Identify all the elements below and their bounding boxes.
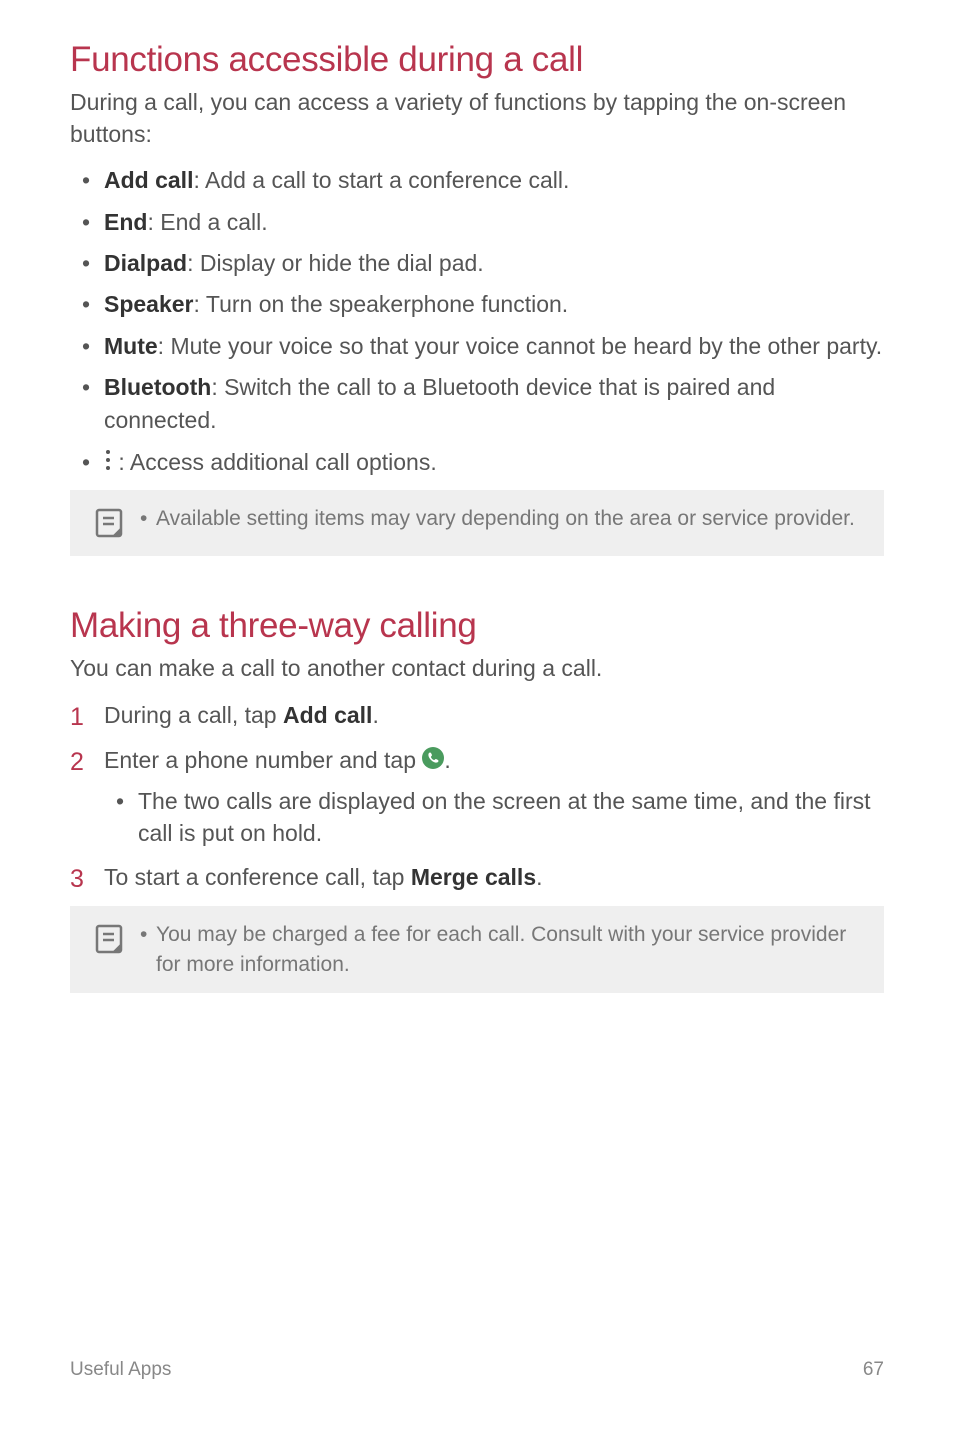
step-text: Enter a phone number and tap (104, 747, 422, 773)
step-1: 1 During a call, tap Add call. (70, 699, 884, 732)
intro-functions: During a call, you can access a variety … (70, 86, 884, 150)
step-text: To start a conference call, tap (104, 864, 411, 890)
func-item-addcall: Add call: Add a call to start a conferen… (96, 164, 884, 197)
note-box-2: You may be charged a fee for each call. … (70, 906, 884, 993)
step-bold: Merge calls (411, 864, 536, 890)
func-item-speaker: Speaker: Turn on the speakerphone functi… (96, 288, 884, 321)
step-2: 2 Enter a phone number and tap . The two… (70, 744, 884, 849)
step-text: . (536, 864, 542, 890)
call-icon (422, 745, 444, 778)
func-label: End (104, 209, 147, 235)
note-box-1: Available setting items may vary dependi… (70, 490, 884, 556)
note-text: You may be charged a fee for each call. … (144, 920, 866, 979)
func-desc: : Turn on the speakerphone function. (194, 291, 569, 317)
func-label: Speaker (104, 291, 194, 317)
sub-list: The two calls are displayed on the scree… (104, 785, 884, 849)
step-text: During a call, tap (104, 702, 283, 728)
heading-threeway: Making a three-way calling (70, 606, 884, 646)
func-label: Add call (104, 167, 193, 193)
footer-left: Useful Apps (70, 1359, 171, 1381)
step-number: 2 (70, 744, 84, 780)
func-label: Dialpad (104, 250, 187, 276)
heading-functions: Functions accessible during a call (70, 40, 884, 80)
func-desc: : Access additional call options. (112, 449, 437, 475)
steps-list: 1 During a call, tap Add call. 2 Enter a… (70, 699, 884, 895)
note-content: You may be charged a fee for each call. … (144, 920, 866, 979)
intro-threeway: You can make a call to another contact d… (70, 652, 884, 684)
func-item-dialpad: Dialpad: Display or hide the dial pad. (96, 247, 884, 280)
note-content: Available setting items may vary dependi… (144, 504, 866, 533)
func-desc: : Mute your voice so that your voice can… (158, 333, 882, 359)
step-bold: Add call (283, 702, 372, 728)
step-number: 1 (70, 699, 84, 735)
sub-item: The two calls are displayed on the scree… (130, 785, 884, 849)
note-text: Available setting items may vary dependi… (144, 504, 866, 533)
func-item-more: : Access additional call options. (96, 446, 884, 481)
step-text: . (444, 747, 450, 773)
func-label: Mute (104, 333, 158, 359)
note-icon (94, 508, 126, 542)
page-footer: Useful Apps 67 (70, 1359, 884, 1381)
func-desc: : Add a call to start a conference call. (193, 167, 569, 193)
func-desc: : Display or hide the dial pad. (187, 250, 484, 276)
step-number: 3 (70, 861, 84, 897)
note-icon (94, 924, 126, 958)
step-3: 3 To start a conference call, tap Merge … (70, 861, 884, 894)
func-label: Bluetooth (104, 374, 211, 400)
footer-page-number: 67 (863, 1359, 884, 1381)
function-list: Add call: Add a call to start a conferen… (70, 164, 884, 480)
func-item-bluetooth: Bluetooth: Switch the call to a Bluetoot… (96, 371, 884, 438)
func-item-end: End: End a call. (96, 206, 884, 239)
more-options-icon (104, 447, 112, 480)
step-text: . (372, 702, 378, 728)
func-desc: : End a call. (147, 209, 267, 235)
func-item-mute: Mute: Mute your voice so that your voice… (96, 330, 884, 363)
